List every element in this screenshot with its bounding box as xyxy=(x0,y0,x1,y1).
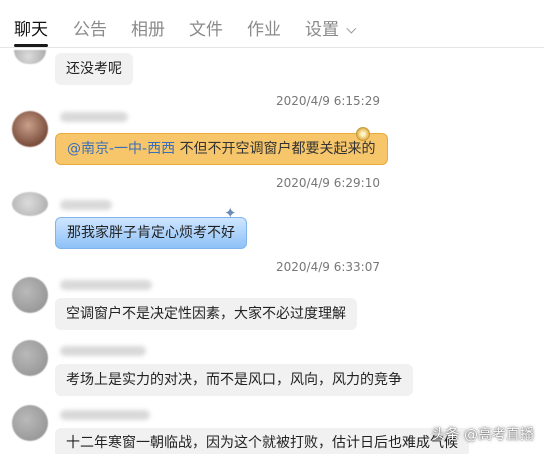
sender-name xyxy=(60,112,128,122)
message-bubble: 还没考呢 xyxy=(55,53,133,85)
avatar[interactable] xyxy=(12,405,48,441)
message-bubble: @南京-一中-西西 不但不开空调窗户都要关起来的 xyxy=(55,133,388,165)
chevron-down-icon xyxy=(346,23,357,34)
message-text: 考场上是实力的对决，而不是风口，风向，风力的竞争 xyxy=(66,372,402,388)
avatar[interactable] xyxy=(14,50,46,64)
tab-announcement[interactable]: 公告 xyxy=(73,15,107,40)
tab-settings[interactable]: 设置 xyxy=(305,15,357,40)
avatar[interactable] xyxy=(12,192,48,216)
active-tab-indicator xyxy=(14,44,48,47)
tab-album[interactable]: 相册 xyxy=(131,15,165,40)
message-text: 不但不开空调窗户都要关起来的 xyxy=(179,141,376,157)
sender-name xyxy=(60,280,152,290)
avatar[interactable] xyxy=(12,111,48,147)
message-text: 空调窗户不是决定性因素，大家不必过度理解 xyxy=(66,306,346,322)
message-text: 十二年寒窗一朝临战，因为这个就被打败，估计日后也难成气候 xyxy=(66,435,458,451)
message-timestamp: 2020/4/9 6:29:10 xyxy=(276,176,380,190)
avatar[interactable] xyxy=(12,340,48,376)
message-bubble: 考场上是实力的对决，而不是风口，风向，风力的竞争 xyxy=(55,364,413,396)
message-timestamp: 2020/4/9 6:33:07 xyxy=(276,260,380,274)
tab-settings-label: 设置 xyxy=(305,20,339,40)
watermark: 头条 @高考直播 xyxy=(431,427,534,443)
tab-files[interactable]: 文件 xyxy=(189,15,223,40)
mention-link[interactable]: @南京-一中-西西 xyxy=(67,141,175,157)
message-bubble: 那我家胖子肯定心烦考不好 xyxy=(55,217,247,249)
sender-name xyxy=(60,410,150,420)
message-bubble: 十二年寒窗一朝临战，因为这个就被打败，估计日后也难成气候 xyxy=(55,428,469,454)
avatar[interactable] xyxy=(12,277,48,313)
tab-chat[interactable]: 聊天 xyxy=(14,15,48,40)
tab-homework[interactable]: 作业 xyxy=(247,15,281,40)
message-text: 那我家胖子肯定心烦考不好 xyxy=(67,225,235,241)
sender-name xyxy=(60,346,146,356)
message-text: 还没考呢 xyxy=(66,61,122,77)
message-timestamp: 2020/4/9 6:15:29 xyxy=(276,94,380,108)
bubble-decoration-icon xyxy=(224,204,240,223)
bubble-decoration-icon xyxy=(356,127,370,141)
message-bubble: 空调窗户不是决定性因素，大家不必过度理解 xyxy=(55,298,357,330)
sender-name xyxy=(60,200,112,210)
tab-bar: 聊天 公告 相册 文件 作业 设置 xyxy=(0,0,544,48)
